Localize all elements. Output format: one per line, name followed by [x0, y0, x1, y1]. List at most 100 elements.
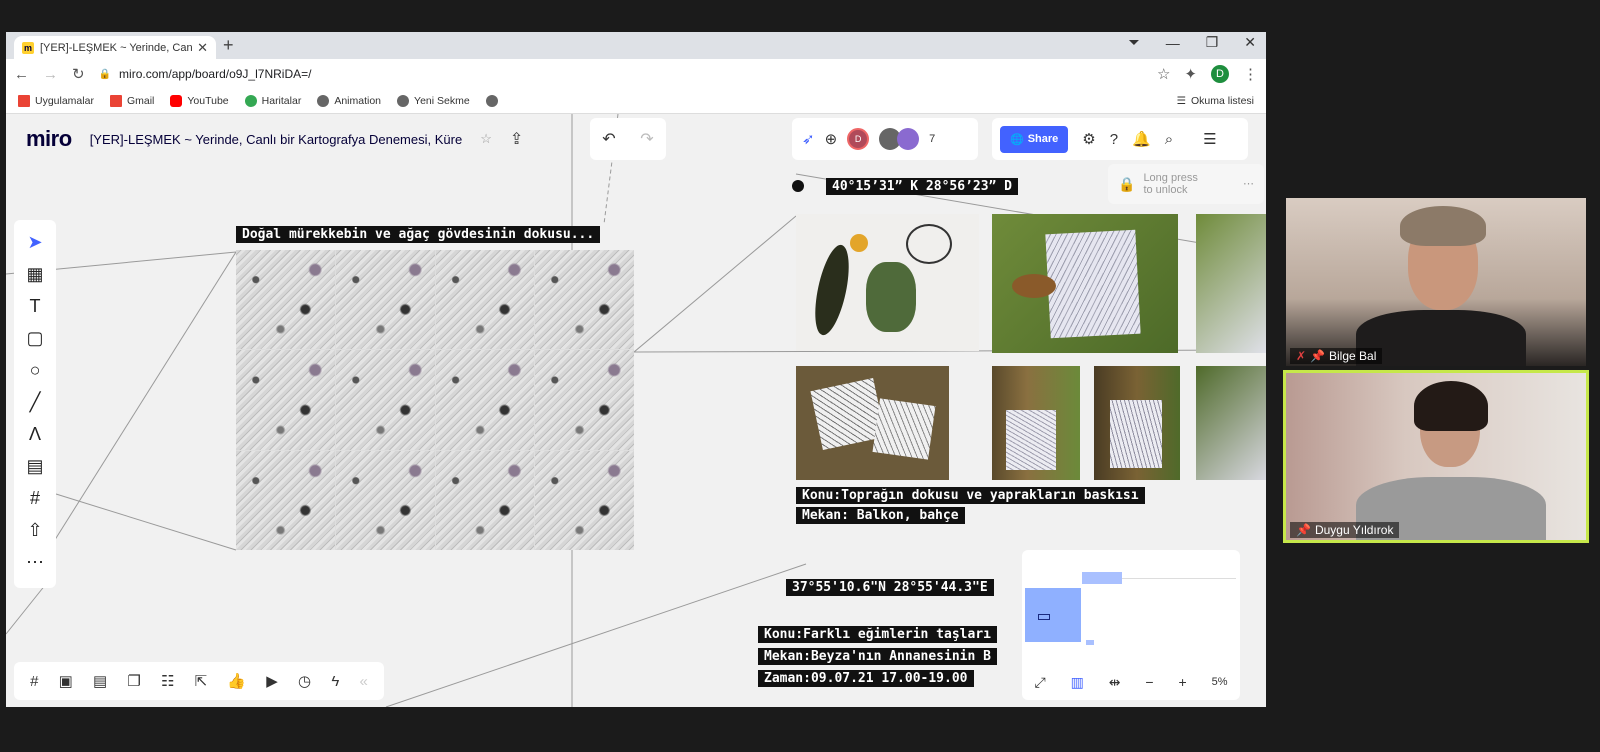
more-icon[interactable]: ⋯ [1243, 178, 1254, 190]
texture-image-grid[interactable] [236, 250, 634, 550]
text-tool-icon[interactable]: T [30, 296, 41, 316]
timer-icon[interactable]: ◷ [298, 672, 311, 690]
extensions-icon[interactable]: ✦ [1184, 65, 1197, 83]
fullscreen-icon[interactable]: ⤢ [1034, 674, 1045, 691]
line-tool-icon[interactable]: ╱ [30, 392, 41, 412]
back-icon[interactable]: ← [14, 66, 29, 83]
minimize-icon[interactable]: — [1166, 35, 1180, 51]
collaborator-avatar[interactable] [897, 128, 920, 150]
fit-to-screen-icon[interactable]: ⇹ [1109, 674, 1121, 691]
frame-tool-icon[interactable]: # [30, 488, 40, 508]
export-icon[interactable]: ⇪ [510, 129, 523, 149]
bookmark-apps[interactable]: Uygulamalar [18, 95, 94, 107]
partial-photo-2[interactable] [1196, 366, 1266, 480]
place-caption-2[interactable]: Mekan:Beyza'nın Annanesinin B [758, 648, 997, 665]
close-window-icon[interactable]: ✕ [1244, 34, 1256, 51]
minimap-panel[interactable]: ⤢ ▥ ⇹ − + 5% [1022, 550, 1240, 700]
templates-icon[interactable]: ▦ [26, 264, 43, 284]
comment-icon[interactable]: ▤ [26, 456, 43, 476]
texture-caption[interactable]: Doğal mürekkebin ve ağaç gövdesinin doku… [236, 226, 601, 243]
cards-icon[interactable]: ❐ [127, 672, 140, 690]
coordinate-caption-1[interactable]: 40°15’31” K 28°56’23” D [826, 178, 1019, 195]
participant-video-bilge[interactable]: ✗ 📌 Bilge Bal [1286, 198, 1586, 366]
print-on-grass-photo[interactable] [992, 214, 1178, 353]
comments-icon[interactable]: ▤ [93, 672, 107, 690]
shape-tool-icon[interactable]: ○ [30, 360, 41, 380]
globe-icon [317, 95, 330, 107]
tree-print-photo-1[interactable] [992, 366, 1080, 480]
texture-tile [335, 350, 435, 450]
board-title[interactable]: [YER]-LEŞMEK ~ Yerinde, Canlı bir Kartog… [90, 132, 463, 147]
chrome-menu-icon[interactable]: ⋮ [1243, 65, 1258, 83]
bookmark-star-icon[interactable]: ☆ [1157, 65, 1170, 83]
topic-caption-2[interactable]: Konu:Farklı eğimlerin taşları [758, 626, 997, 643]
miro-canvas[interactable]: miro [YER]-LEŞMEK ~ Yerinde, Canlı bir K… [6, 114, 1266, 707]
settings-sliders-icon[interactable]: ⚙ [1082, 130, 1095, 148]
address-bar[interactable]: 🔒 miro.com/app/board/o9J_l7NRiDA=/ [99, 62, 1143, 86]
share-screen-icon[interactable]: ⇱ [195, 672, 208, 690]
reactions-icon[interactable]: ➶ [802, 130, 815, 148]
apps-bolt-icon[interactable]: ϟ [331, 673, 339, 690]
prints-on-soil-photo[interactable] [796, 366, 949, 480]
star-board-icon[interactable]: ☆ [480, 131, 492, 147]
tree-print-photo-2[interactable] [1094, 366, 1180, 480]
bookmark-gmail[interactable]: Gmail [109, 95, 154, 107]
bookmark-maps[interactable]: Haritalar [244, 95, 301, 107]
bookmark-new-tab[interactable]: Yeni Sekme [397, 95, 470, 107]
zoom-out-icon[interactable]: − [1145, 674, 1153, 690]
participant-hair [1414, 381, 1488, 431]
partial-photo-1[interactable] [1196, 214, 1266, 353]
texture-tile [236, 250, 335, 350]
select-cursor-icon[interactable]: ➤ [27, 232, 42, 252]
upload-icon[interactable]: ⇧ [27, 520, 42, 540]
maximize-icon[interactable]: ❐ [1206, 34, 1219, 51]
profile-avatar[interactable]: D [1211, 65, 1229, 83]
time-caption-2[interactable]: Zaman:09.07.21 17.00-19.00 [758, 670, 974, 687]
collapse-icon[interactable]: « [359, 673, 367, 690]
bookmark-unnamed[interactable] [485, 95, 498, 107]
bookmark-animation[interactable]: Animation [317, 95, 381, 107]
minimap-controls: ⤢ ▥ ⇹ − + 5% [1022, 664, 1240, 700]
new-tab-button[interactable]: + [223, 35, 234, 56]
participant-video-duygu[interactable]: 📌 Duygu Yıldırok [1283, 370, 1589, 543]
url-text[interactable]: miro.com/app/board/o9J_l7NRiDA=/ [119, 67, 311, 81]
share-button[interactable]: 🌐 Share [1000, 125, 1069, 153]
forward-icon[interactable]: → [43, 66, 58, 83]
texture-tile [435, 350, 535, 450]
pen-tool-icon[interactable]: Λ [29, 424, 41, 444]
video-chat-icon[interactable]: ▶ [266, 672, 278, 690]
notifications-bell-icon[interactable]: 🔔 [1132, 130, 1151, 148]
topic-caption-1[interactable]: Konu:Toprağın dokusu ve yaprakların bask… [796, 487, 1145, 504]
kanban-icon[interactable]: ☷ [161, 672, 174, 690]
board-menu-icon[interactable]: ☰ [1203, 130, 1216, 148]
frames-icon[interactable]: # [30, 673, 38, 690]
reading-list[interactable]: ☰ Okuma listesi [1177, 95, 1254, 107]
tab-miro-board[interactable]: m [YER]-LEŞMEK ~ Yerinde, Canlı bir... ✕ [14, 36, 216, 59]
add-collaborator-icon[interactable]: ⊕ [825, 130, 838, 148]
user-avatar[interactable]: D [847, 128, 870, 150]
profile-menu-icon[interactable]: ⏷ [1129, 34, 1140, 51]
vote-icon[interactable]: 👍 [227, 672, 246, 690]
more-tools-icon[interactable]: ⋯ [26, 552, 44, 572]
sprig-shape [866, 262, 916, 332]
leaves-photo[interactable] [796, 214, 979, 351]
undo-icon[interactable]: ↶ [602, 129, 615, 149]
place-caption-1[interactable]: Mekan: Balkon, bahçe [796, 507, 965, 524]
bookmark-youtube[interactable]: YouTube [170, 95, 229, 107]
zoom-in-icon[interactable]: + [1179, 674, 1187, 690]
presentation-icon[interactable]: ▣ [59, 672, 73, 690]
map-icon[interactable]: ▥ [1071, 674, 1084, 691]
zoom-level[interactable]: 5% [1212, 676, 1228, 688]
help-icon[interactable]: ? [1110, 131, 1118, 148]
miro-logo[interactable]: miro [26, 126, 72, 152]
redo-icon[interactable]: ↷ [640, 129, 653, 149]
sticky-note-icon[interactable]: ▢ [26, 328, 43, 348]
lock-notice[interactable]: 🔒 Long press to unlock ⋯ [1108, 164, 1264, 204]
collaborator-count[interactable]: 7 [929, 133, 935, 145]
coordinate-caption-2[interactable]: 37°55'10.6"N 28°55'44.3"E [786, 579, 994, 596]
pin-icon: 📌 [1296, 523, 1311, 537]
close-tab-icon[interactable]: ✕ [197, 40, 208, 56]
window-controls: ⏷ — ❐ ✕ [1129, 34, 1257, 51]
search-icon[interactable]: ⌕ [1165, 131, 1173, 148]
reload-icon[interactable]: ↻ [72, 65, 85, 83]
